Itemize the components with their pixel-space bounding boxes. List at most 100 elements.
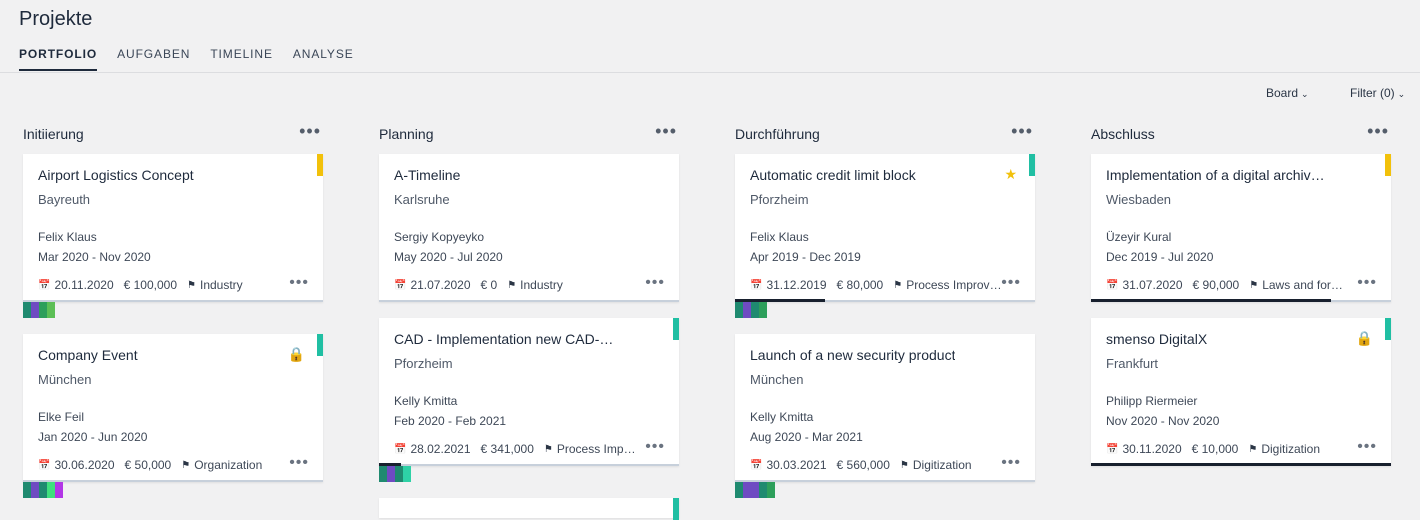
status-accent (673, 318, 679, 340)
filter-label: Filter (0) (1350, 86, 1395, 100)
budget: € 341,000 (480, 442, 534, 456)
category-tag: Laws and formalities (1262, 278, 1352, 292)
project-card[interactable]: smenso DigitalX 🔒 Frankfurt Philipp Rier… (1091, 318, 1391, 466)
page-title: Projekte (19, 8, 93, 30)
project-name: A-Timeline (394, 167, 461, 183)
status-accent (673, 498, 679, 520)
project-period: Jan 2020 - Jun 2020 (38, 430, 148, 444)
category-tag: Industry (199, 278, 243, 292)
budget: € 10,000 (1191, 442, 1239, 456)
card-more-icon[interactable]: ••• (1001, 454, 1021, 472)
project-manager: Felix Klaus (38, 230, 97, 244)
lock-icon: 🔒 (287, 346, 305, 362)
project-card[interactable]: Implementation of a digital archive syst… (1091, 154, 1391, 302)
column-initiierung: Initiierung ••• Airport Logistics Concep… (23, 118, 323, 498)
card-more-icon[interactable]: ••• (1357, 274, 1377, 292)
project-name: Implementation of a digital archive syst… (1106, 167, 1326, 183)
flag-icon: ⚑ (187, 279, 196, 291)
card-more-icon[interactable]: ••• (289, 274, 309, 292)
project-meta: 📅28.02.2021 € 341,000 ⚑Process Improveme… (394, 442, 649, 456)
project-period: Nov 2020 - Nov 2020 (1106, 414, 1220, 428)
calendar-icon: 📅 (1106, 443, 1119, 455)
project-card[interactable]: Launch of a new security product München… (735, 334, 1035, 482)
card-more-icon[interactable]: ••• (1001, 274, 1021, 292)
column-more-icon[interactable]: ••• (1367, 121, 1389, 142)
status-accent (317, 154, 323, 176)
flag-icon: ⚑ (1248, 443, 1258, 455)
header-divider (0, 72, 1420, 73)
progress-bar (1091, 463, 1391, 466)
project-manager: Philipp Riermeier (1106, 394, 1198, 408)
card-more-icon[interactable]: ••• (1357, 438, 1377, 456)
calendar-icon: 📅 (394, 279, 407, 291)
status-accent (1385, 154, 1391, 176)
project-card[interactable]: Automatic credit limit block ★ Pforzheim… (735, 154, 1035, 302)
team-avatar-strip (735, 482, 775, 498)
card-bottom-line (735, 480, 1035, 482)
project-meta: 📅 20.11.2020 € 100,000 ⚑ Industry (38, 278, 253, 292)
project-location: Pforzheim (750, 192, 809, 207)
due-date: 21.07.2020 (410, 278, 471, 292)
board-label: Board (1266, 86, 1299, 100)
budget: € 0 (480, 278, 498, 292)
project-manager: Sergiy Kopyeyko (394, 230, 485, 244)
calendar-icon: 📅 (38, 279, 51, 291)
project-meta: 📅31.07.2020 € 90,000 ⚑Laws and formaliti… (1106, 278, 1362, 292)
project-name: smenso DigitalX (1106, 331, 1208, 347)
project-period: Feb 2020 - Feb 2021 (394, 414, 507, 428)
category-tag: Industry (520, 278, 563, 292)
due-date: 20.11.2020 (54, 278, 114, 292)
project-card[interactable]: CAD - Implementation new CAD-System Pfor… (379, 318, 679, 466)
status-accent (317, 334, 323, 356)
project-manager: Üzeyir Kural (1106, 230, 1172, 244)
star-icon[interactable]: ★ (1004, 166, 1017, 183)
tab-aufgaben[interactable]: AUFGABEN (117, 47, 190, 71)
project-card[interactable] (379, 498, 679, 520)
column-title: Planning (379, 126, 434, 142)
project-location: Bayreuth (38, 192, 91, 207)
column-more-icon[interactable]: ••• (655, 121, 677, 142)
due-date: 31.12.2019 (766, 278, 827, 292)
project-meta: 📅 30.11.2020 € 10,000 ⚑ Digitization (1106, 442, 1330, 456)
card-more-icon[interactable]: ••• (645, 274, 665, 292)
project-manager: Elke Feil (38, 410, 85, 424)
tab-timeline[interactable]: TIMELINE (210, 47, 273, 71)
tab-portfolio[interactable]: PORTFOLIO (19, 47, 98, 71)
category-tag: Process Improvement (906, 278, 1005, 292)
flag-icon: ⚑ (893, 279, 903, 291)
column-title: Initiierung (23, 126, 84, 142)
status-accent (1029, 154, 1035, 176)
project-name: Automatic credit limit block (750, 167, 916, 183)
project-name: Launch of a new security product (750, 347, 956, 363)
due-date: 30.03.2021 (766, 458, 827, 472)
project-card[interactable]: Company Event 🔒 München Elke Feil Jan 20… (23, 334, 323, 482)
column-planning: Planning ••• A-Timeline Karlsruhe Sergiy… (379, 118, 679, 520)
filter-dropdown[interactable]: Filter (0) ⌄ (1350, 86, 1405, 100)
main-tabs: PORTFOLIO AUFGABEN TIMELINE ANALYSE (19, 47, 374, 71)
project-period: Dec 2019 - Jul 2020 (1106, 250, 1214, 264)
card-bottom-line (23, 300, 323, 302)
budget: € 90,000 (1192, 278, 1240, 292)
column-more-icon[interactable]: ••• (1011, 121, 1033, 142)
tab-analyse[interactable]: ANALYSE (293, 47, 354, 71)
budget: € 50,000 (124, 458, 172, 472)
column-durchfuehrung: Durchführung ••• Automatic credit limit … (735, 118, 1035, 498)
chevron-down-icon: ⌄ (1397, 89, 1406, 99)
project-name: CAD - Implementation new CAD-System (394, 331, 619, 347)
project-period: Aug 2020 - Mar 2021 (750, 430, 863, 444)
project-location: München (750, 372, 804, 387)
team-avatar-strip (23, 302, 55, 318)
calendar-icon: 📅 (38, 459, 51, 471)
card-more-icon[interactable]: ••• (645, 438, 665, 456)
flag-icon: ⚑ (543, 443, 553, 455)
card-bottom-line (23, 480, 323, 482)
project-card[interactable]: Airport Logistics Concept Bayreuth Felix… (23, 154, 323, 302)
budget: € 80,000 (836, 278, 884, 292)
due-date: 30.06.2020 (54, 458, 115, 472)
project-card[interactable]: A-Timeline Karlsruhe Sergiy Kopyeyko May… (379, 154, 679, 302)
project-manager: Felix Klaus (750, 230, 809, 244)
team-avatar-strip (379, 466, 411, 482)
card-more-icon[interactable]: ••• (289, 454, 309, 472)
board-view-dropdown[interactable]: Board ⌄ (1266, 86, 1309, 100)
column-more-icon[interactable]: ••• (299, 121, 321, 142)
